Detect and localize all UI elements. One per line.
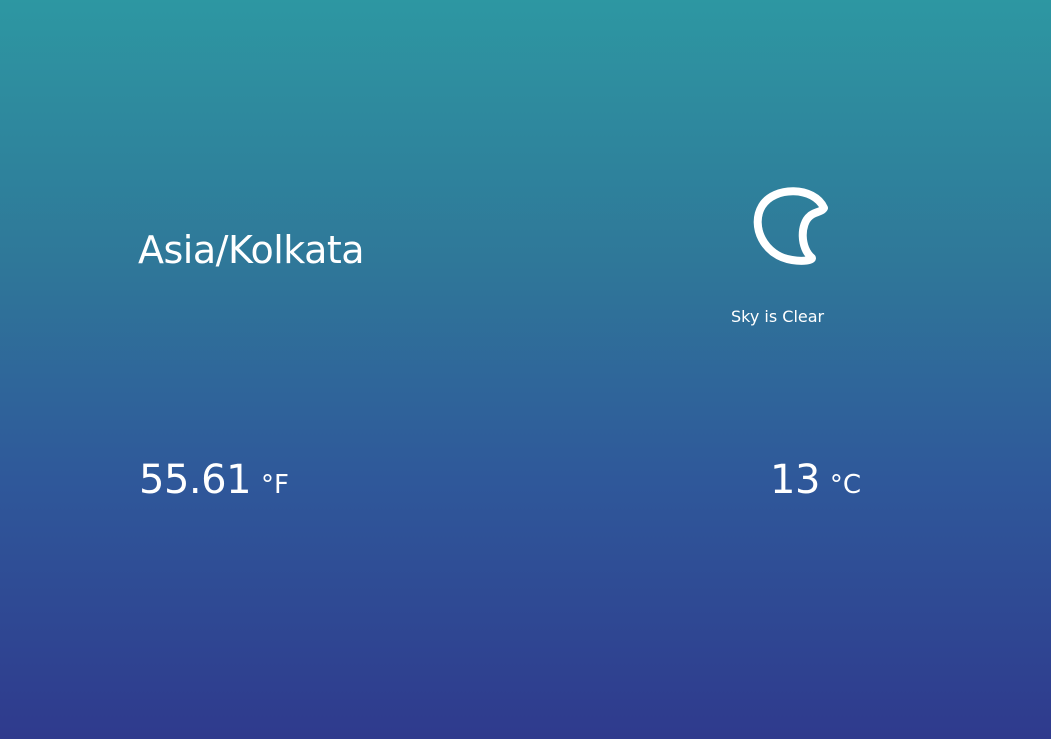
fahrenheit-unit: °F <box>261 470 289 500</box>
celsius-unit: °C <box>829 470 862 500</box>
timezone-label: Asia/Kolkata <box>138 228 365 272</box>
temperature-celsius: 13 °C <box>770 452 861 516</box>
crescent-moon-icon <box>748 182 838 272</box>
celsius-value: 13 <box>770 457 820 503</box>
fahrenheit-value: 55.61 <box>139 457 252 503</box>
weather-description: Sky is Clear <box>731 307 825 326</box>
temperature-fahrenheit: 55.61 °F <box>139 452 289 516</box>
weather-app: Asia/Kolkata Sky is Clear 55.61 °F 13 °C <box>0 0 1051 739</box>
